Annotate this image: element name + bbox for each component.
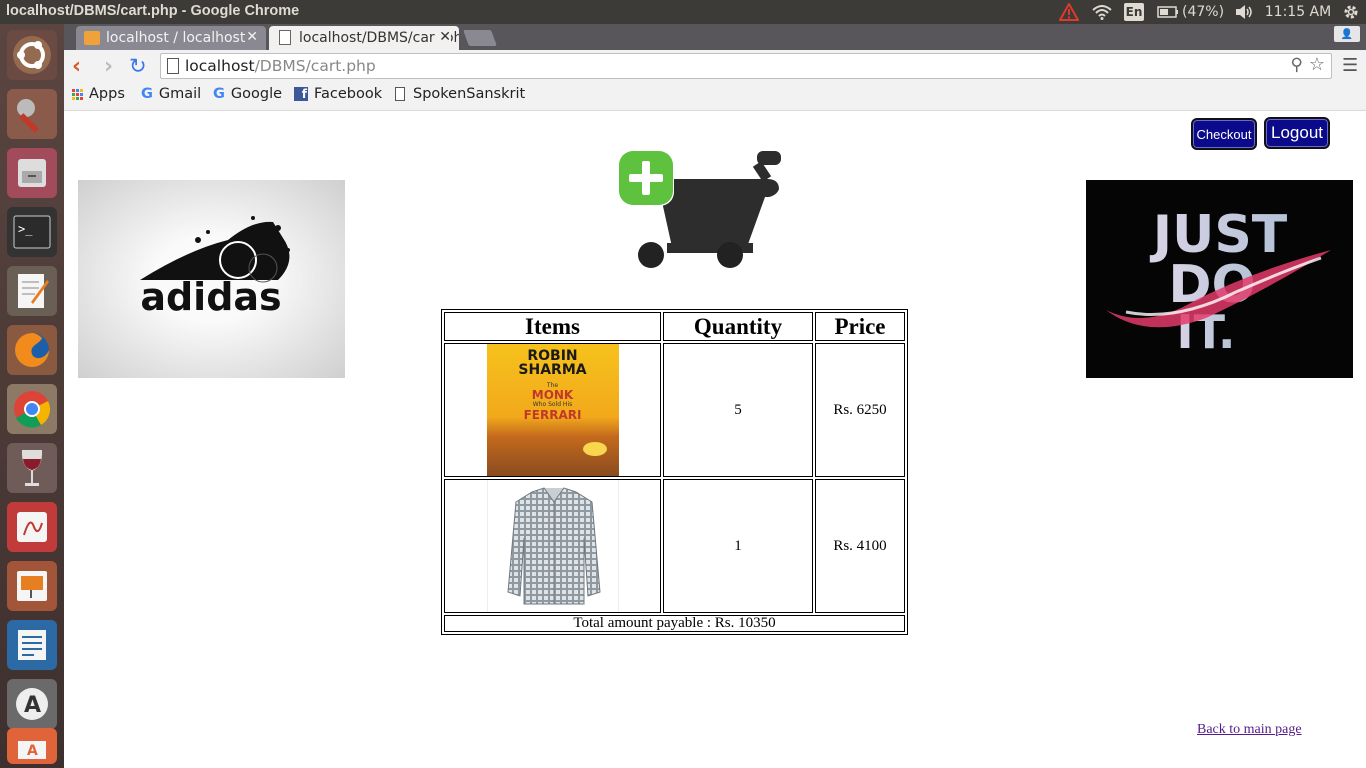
svg-text:A: A: [27, 743, 38, 759]
bookmarks-bar: Apps G Gmail G Google f Facebook SpokenS…: [64, 82, 1366, 108]
adidas-banner: adidas: [78, 180, 345, 378]
system-top-panel: localhost/DBMS/cart.php - Google Chrome …: [0, 0, 1366, 24]
google-g-icon: G: [141, 86, 153, 102]
tab-strip: localhost / localhost ✕ localhost/DBMS/c…: [64, 24, 1366, 50]
book-cover-image[interactable]: ROBIN SHARMA The MONK Who Sold His FERRAR…: [486, 344, 619, 476]
bookmark-gmail[interactable]: G Gmail: [141, 86, 201, 102]
price-cell: Rs. 6250: [815, 343, 905, 477]
page-info-icon[interactable]: [167, 58, 179, 74]
battery-icon[interactable]: [1156, 0, 1180, 24]
bookmark-label: Apps: [89, 86, 125, 102]
shirt-illustration: [506, 487, 601, 605]
shirt-image[interactable]: [486, 480, 619, 612]
firefox-icon[interactable]: [7, 325, 57, 375]
svg-text:A: A: [24, 693, 41, 718]
writer-document-icon[interactable]: [7, 620, 57, 670]
bookmark-star-icon[interactable]: ☆: [1309, 54, 1325, 75]
address-host: localhost: [185, 57, 255, 75]
terminal-icon[interactable]: >_: [7, 207, 57, 257]
ubuntu-dash-icon[interactable]: [7, 30, 57, 80]
table-header-row: Items Quantity Price: [444, 312, 905, 341]
close-tab-icon[interactable]: ✕: [435, 29, 451, 45]
system-settings-icon[interactable]: [7, 89, 57, 139]
bookmark-label: Google: [230, 86, 283, 102]
item-cell: [444, 479, 661, 613]
file-cabinet-icon[interactable]: [7, 148, 57, 198]
adidas-logo-text: adidas: [140, 275, 281, 319]
book-author: ROBIN SHARMA: [518, 348, 587, 378]
item-cell: ROBIN SHARMA The MONK Who Sold His FERRAR…: [444, 343, 661, 477]
bookmark-label: SpokenSanskrit: [413, 86, 526, 102]
volume-icon[interactable]: [1232, 0, 1256, 24]
page-favicon-icon: [279, 30, 291, 45]
column-header-quantity: Quantity: [663, 312, 813, 341]
zoom-icon[interactable]: ⚲: [1291, 55, 1303, 75]
new-tab-button[interactable]: [463, 30, 497, 46]
tab-cart[interactable]: localhost/DBMS/cart.php ✕: [269, 26, 459, 50]
logout-button[interactable]: Logout: [1264, 117, 1330, 149]
pdf-reader-icon[interactable]: [7, 502, 57, 552]
window-title: localhost/DBMS/cart.php - Google Chrome: [6, 3, 300, 19]
page-content: Checkout Logout adidas JUST DO IT. Items…: [64, 110, 1366, 768]
bookmark-spokensanskrit[interactable]: SpokenSanskrit: [395, 86, 525, 102]
table-row: 1 Rs. 4100: [444, 479, 905, 613]
column-header-items: Items: [444, 312, 661, 341]
text-editor-icon[interactable]: [7, 266, 57, 316]
apps-grid-icon: [72, 88, 83, 100]
wine-icon[interactable]: [7, 443, 57, 493]
column-header-price: Price: [815, 312, 905, 341]
bookmark-apps[interactable]: Apps: [72, 86, 125, 102]
cart-table: Items Quantity Price ROBIN SHARMA The MON…: [441, 309, 908, 635]
book-title-monk: MONK: [531, 388, 574, 402]
book-badge: [582, 442, 607, 456]
warning-icon[interactable]: [1058, 0, 1080, 24]
software-center-icon[interactable]: A: [7, 728, 57, 764]
bookmark-label: Gmail: [158, 86, 202, 102]
bookmark-google[interactable]: G Google: [213, 86, 282, 102]
menu-icon[interactable]: ☰: [1342, 55, 1358, 76]
back-icon[interactable]: ‹: [72, 54, 81, 79]
quantity-cell: 1: [663, 479, 813, 613]
add-to-cart-icon: [619, 151, 781, 268]
toolbar: ‹ › ↻ localhost/DBMS/cart.php ⚲ ☆ ☰: [64, 50, 1366, 84]
price-cell: Rs. 4100: [815, 479, 905, 613]
nike-banner: JUST DO IT.: [1086, 180, 1353, 378]
back-to-main-link[interactable]: Back to main page: [1197, 722, 1302, 738]
tab-label: localhost / localhost: [106, 30, 246, 46]
gear-icon[interactable]: [1340, 0, 1362, 24]
software-updater-icon[interactable]: A: [7, 679, 57, 729]
svg-text:>_: >_: [18, 222, 33, 236]
keyboard-layout-indicator[interactable]: En: [1124, 3, 1144, 21]
phpmyadmin-favicon-icon: [84, 31, 100, 45]
facebook-icon: f: [294, 87, 308, 101]
address-path: /DBMS/cart.php: [254, 57, 376, 75]
bookmark-facebook[interactable]: f Facebook: [294, 86, 382, 102]
battery-percent: (47%): [1181, 4, 1225, 20]
google-g-icon: G: [213, 86, 225, 102]
presentation-icon[interactable]: [7, 561, 57, 611]
bookmark-label: Facebook: [314, 86, 383, 102]
close-tab-icon[interactable]: ✕: [246, 29, 258, 45]
book-title-ferrari: FERRARI: [523, 408, 582, 422]
chrome-icon[interactable]: [7, 384, 57, 434]
table-row: ROBIN SHARMA The MONK Who Sold His FERRAR…: [444, 343, 905, 477]
unity-launcher: >_ A A: [0, 24, 64, 768]
book-title-middle: Who Sold His: [532, 401, 573, 408]
profile-icon[interactable]: 👤: [1334, 26, 1360, 42]
adidas-logo: adidas: [140, 216, 290, 319]
just-do-it-artwork: JUST DO IT.: [1106, 205, 1331, 359]
page-icon: [395, 87, 405, 101]
wifi-icon[interactable]: [1090, 0, 1114, 24]
reload-icon[interactable]: ↻: [129, 54, 147, 78]
quantity-cell: 5: [663, 343, 813, 477]
browser-frame: localhost / localhost ✕ localhost/DBMS/c…: [64, 24, 1366, 110]
forward-icon[interactable]: ›: [104, 54, 113, 79]
total-amount: Total amount payable : Rs. 10350: [444, 615, 905, 632]
total-row: Total amount payable : Rs. 10350: [444, 615, 905, 632]
address-bar[interactable]: localhost/DBMS/cart.php ⚲ ☆: [160, 53, 1332, 79]
clock[interactable]: 11:15 AM: [1264, 0, 1332, 24]
tab-phpmyadmin[interactable]: localhost / localhost ✕: [76, 26, 266, 50]
checkout-button[interactable]: Checkout: [1191, 118, 1257, 150]
